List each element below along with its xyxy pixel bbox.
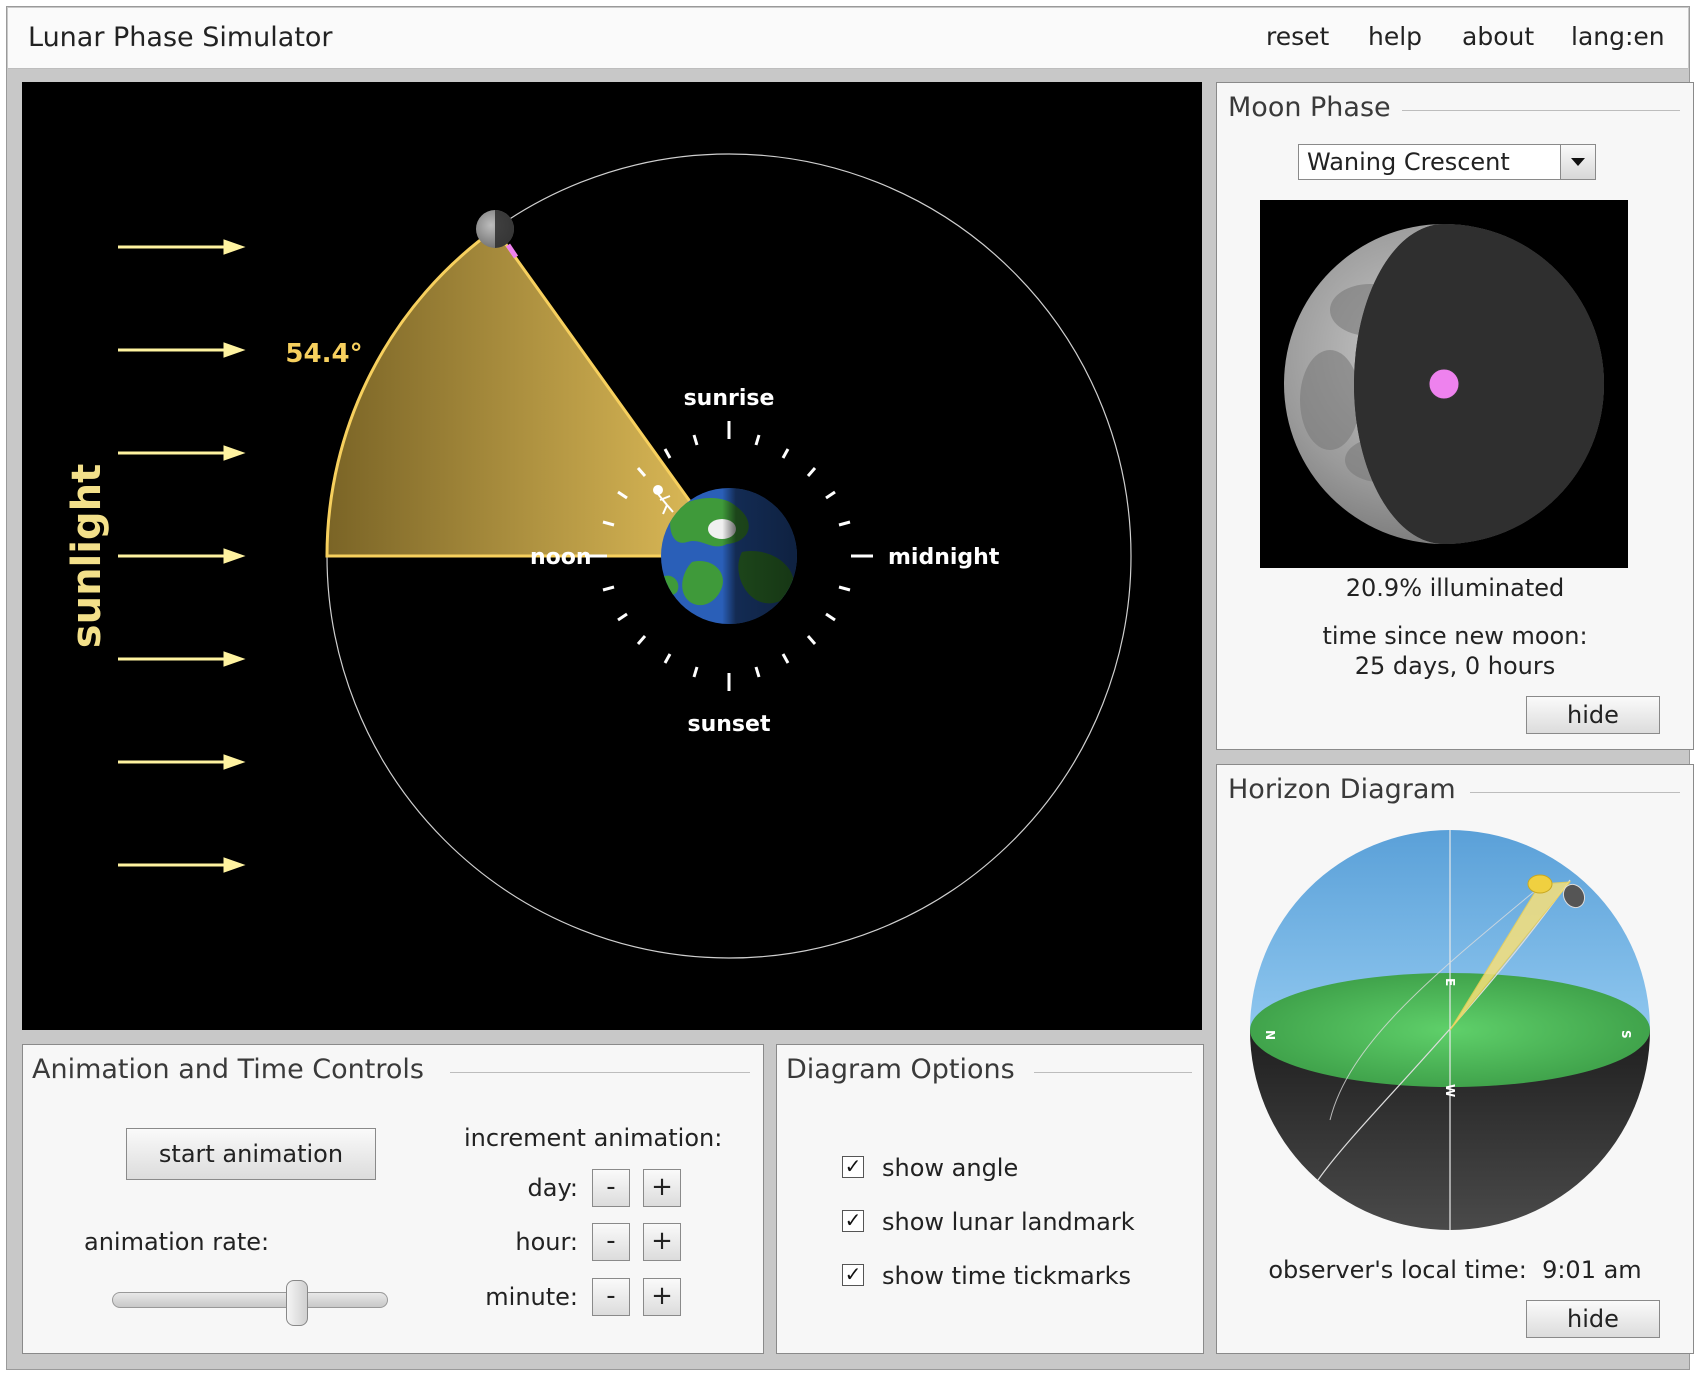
noon-label: noon [530,545,592,570]
moon-phase-hide-button[interactable]: hide [1526,696,1660,734]
show-lunar-landmark-label: show lunar landmark [882,1208,1135,1236]
lang-link[interactable]: lang:en [1571,22,1665,51]
phase-select[interactable]: Waning Crescent [1298,144,1596,180]
show-time-tickmarks-checkbox[interactable]: ✓ [842,1264,864,1286]
sunlight-label: sunlight [64,464,110,648]
sunlight-arrow [118,754,246,770]
local-time-row: observer's local time: 9:01 am [1216,1256,1694,1284]
hour-plus-button[interactable]: + [643,1223,681,1261]
menu-bar: Lunar Phase Simulator reset help about l… [8,8,1688,69]
minute-plus-button[interactable]: + [643,1278,681,1316]
animation-rate-label: animation rate: [84,1228,270,1256]
minute-minus-button[interactable]: - [592,1278,630,1316]
panel-rule [1402,110,1680,111]
day-minus-button[interactable]: - [592,1169,630,1207]
moon-phase-view [1260,200,1628,568]
compass-south: S [1619,1030,1633,1039]
animation-rate-slider[interactable] [112,1280,388,1326]
show-angle-checkbox[interactable]: ✓ [842,1156,864,1178]
panel-rule [1034,1072,1192,1073]
time-since-value: 25 days, 0 hours [1354,652,1556,680]
midnight-label: midnight [888,545,1000,570]
sunlight-arrow [118,445,246,461]
compass-north: N [1263,1030,1277,1040]
app-title: Lunar Phase Simulator [28,22,333,53]
sunlight-arrow [118,548,246,564]
illuminated-text: 20.9% illuminated [1345,574,1565,602]
orbit-diagram[interactable]: sunlight 54.4° sunrise sunset noon midni… [22,82,1202,1030]
moon-phase-title: Moon Phase [1228,92,1399,123]
day-plus-button[interactable]: + [643,1169,681,1207]
phase-select-value: Waning Crescent [1307,148,1510,176]
horizon-title: Horizon Diagram [1228,774,1464,805]
local-time-value: 9:01 am [1542,1256,1642,1284]
sunlight-arrow [118,342,246,358]
panel-rule [1470,792,1680,793]
earth [661,488,797,624]
diagram-options-panel [776,1044,1204,1354]
reset-link[interactable]: reset [1266,22,1329,51]
local-time-label: observer's local time: [1268,1256,1527,1284]
slider-thumb[interactable] [286,1280,308,1326]
compass-west: W [1443,1084,1457,1097]
chevron-down-icon[interactable] [1560,145,1595,179]
sunlight-arrow [118,239,246,255]
show-lunar-landmark-checkbox[interactable]: ✓ [842,1210,864,1232]
lunar-landmark [1428,368,1460,400]
help-link[interactable]: help [1368,22,1422,51]
sunset-label: sunset [688,712,771,737]
panel-rule [450,1072,750,1073]
show-time-tickmarks-label: show time tickmarks [882,1262,1132,1290]
orbit-view[interactable]: sunlight 54.4° sunrise sunset noon midni… [22,82,1202,1030]
sun-marker [1527,874,1553,894]
sunrise-label: sunrise [684,386,775,411]
about-link[interactable]: about [1462,22,1534,51]
animation-title: Animation and Time Controls [32,1054,432,1085]
sunlight-arrows [118,239,246,873]
start-animation-button[interactable]: start animation [126,1128,376,1180]
angle-label: 54.4° [285,339,362,369]
horizon-diagram[interactable]: N S E W [1240,820,1660,1240]
show-angle-label: show angle [882,1154,1019,1182]
horizon-hide-button[interactable]: hide [1526,1300,1660,1338]
sunlight-arrow [118,651,246,667]
day-label: day: [527,1174,578,1202]
compass-east: E [1443,978,1457,986]
time-since-label: time since new moon: [1322,622,1588,650]
hour-minus-button[interactable]: - [592,1223,630,1261]
diagram-options-title: Diagram Options [786,1054,1023,1085]
increment-label: increment animation: [464,1124,723,1152]
hour-label: hour: [515,1228,578,1256]
minute-label: minute: [485,1283,578,1311]
sunlight-arrow [118,857,246,873]
